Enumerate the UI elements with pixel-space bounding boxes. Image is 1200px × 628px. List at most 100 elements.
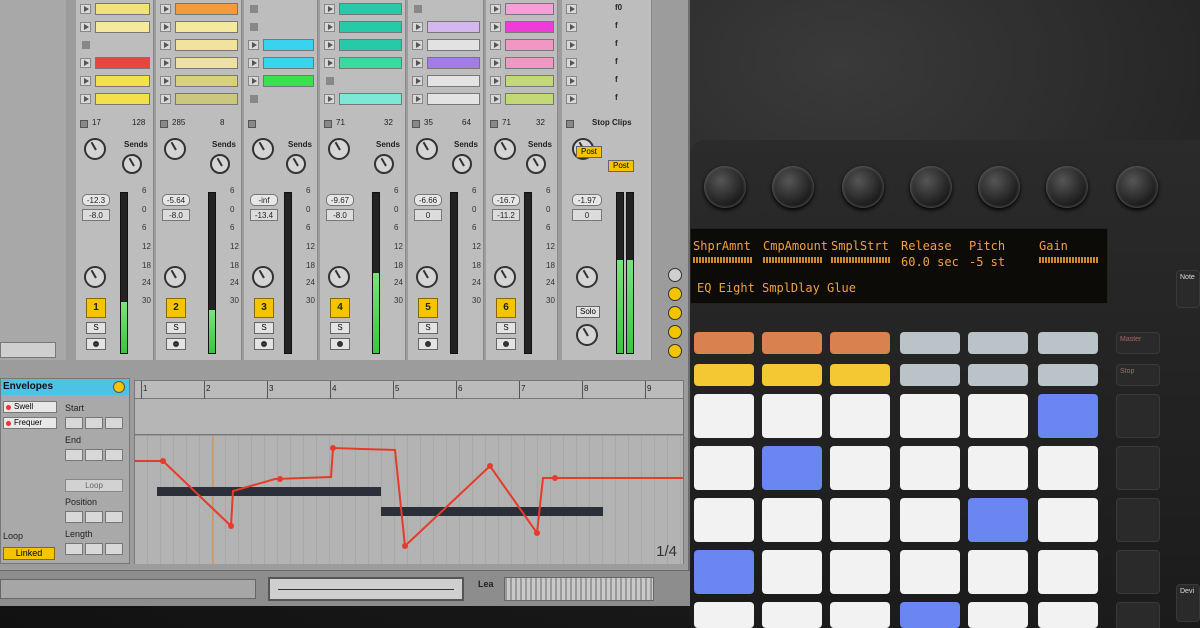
sends-circle-icon[interactable] (668, 325, 682, 339)
clip-slot[interactable] (411, 20, 480, 34)
clip[interactable] (505, 3, 554, 15)
track-activator-button[interactable]: 3 (254, 298, 274, 318)
pan-knob[interactable] (252, 266, 274, 288)
clip[interactable] (505, 21, 554, 33)
clip[interactable] (95, 93, 150, 105)
pad-button[interactable] (830, 498, 890, 542)
scene-slot[interactable]: f (565, 38, 648, 52)
pad-button[interactable] (830, 394, 890, 438)
clip[interactable] (95, 57, 150, 69)
clip[interactable] (263, 39, 314, 51)
clip[interactable] (339, 39, 402, 51)
arm-button[interactable] (86, 338, 106, 350)
track-header-square[interactable] (248, 120, 256, 128)
track-header-square[interactable] (80, 120, 88, 128)
scene-side-button[interactable] (1116, 602, 1160, 628)
pad-button[interactable] (830, 550, 890, 594)
clip-launch-icon[interactable] (160, 4, 171, 14)
envelope-dropdown-swell[interactable]: Swell (3, 401, 57, 413)
envelope-grid[interactable]: 1/4 (135, 436, 683, 564)
arm-button[interactable] (418, 338, 438, 350)
clip-slot[interactable] (489, 56, 554, 70)
track-button[interactable] (762, 364, 822, 386)
scene-launch-icon[interactable] (566, 22, 577, 32)
clip[interactable] (505, 75, 554, 87)
encoder-knob[interactable] (772, 166, 814, 208)
pad-button[interactable] (1038, 446, 1098, 490)
timeline-ruler[interactable]: 1 2 3 4 5 6 7 8 9 (135, 381, 683, 399)
pad-button[interactable] (900, 498, 960, 542)
scene-side-button[interactable]: Master (1116, 332, 1160, 354)
solo-button[interactable]: S (254, 322, 274, 334)
length-bar-field[interactable] (65, 543, 83, 555)
clip-launch-icon[interactable] (324, 40, 335, 50)
clip[interactable] (427, 75, 480, 87)
stop-all-square[interactable] (566, 120, 574, 128)
send-a-knob[interactable] (252, 138, 274, 160)
encoder-knob[interactable] (842, 166, 884, 208)
envelope-graph[interactable] (135, 436, 683, 564)
clip-launch-icon[interactable] (490, 76, 501, 86)
pad-button[interactable] (968, 498, 1028, 542)
clip-slot[interactable] (489, 2, 554, 16)
end-beat-field[interactable] (85, 449, 103, 461)
pad-button[interactable] (968, 446, 1028, 490)
track-button[interactable] (900, 364, 960, 386)
position-bar-field[interactable] (65, 511, 83, 523)
pan-knob[interactable] (84, 266, 106, 288)
encoder-knob[interactable] (910, 166, 952, 208)
encoder-knob[interactable] (978, 166, 1020, 208)
clip-slot[interactable] (159, 92, 238, 106)
send-b-knob[interactable] (210, 154, 230, 174)
clip[interactable] (175, 75, 238, 87)
track-pan-readout[interactable]: -11.2 (492, 209, 520, 221)
pan-knob[interactable] (164, 266, 186, 288)
pad-button[interactable] (762, 446, 822, 490)
clip-slot[interactable] (159, 2, 238, 16)
clip-slot[interactable] (323, 20, 402, 34)
solo-button[interactable]: S (496, 322, 516, 334)
clip[interactable] (427, 21, 480, 33)
start-sixteenth-field[interactable] (105, 417, 123, 429)
pad-button[interactable] (1038, 394, 1098, 438)
clip-launch-icon[interactable] (248, 40, 259, 50)
clip-slot[interactable] (411, 38, 480, 52)
pad-button[interactable] (694, 498, 754, 542)
end-bar-field[interactable] (65, 449, 83, 461)
position-sixteenth-field[interactable] (105, 511, 123, 523)
stop-button-icon[interactable] (250, 23, 258, 31)
pad-button[interactable] (900, 394, 960, 438)
mode-button[interactable]: Devi (1176, 584, 1200, 622)
track-pan-readout[interactable]: -8.0 (326, 209, 354, 221)
send-a-knob[interactable] (494, 138, 516, 160)
clip-launch-icon[interactable] (412, 58, 423, 68)
track-button[interactable] (762, 332, 822, 354)
clip-launch-icon[interactable] (248, 76, 259, 86)
clip-launch-icon[interactable] (248, 58, 259, 68)
clip-launch-icon[interactable] (412, 94, 423, 104)
clip[interactable] (175, 39, 238, 51)
clip-launch-icon[interactable] (412, 76, 423, 86)
pad-button[interactable] (900, 550, 960, 594)
track-activator-button[interactable]: 2 (166, 298, 186, 318)
stop-button-icon[interactable] (414, 5, 422, 13)
post-button[interactable]: Post (608, 160, 634, 172)
send-b-knob[interactable] (452, 154, 472, 174)
track-button[interactable] (968, 332, 1028, 354)
cue-volume-knob[interactable] (576, 324, 598, 346)
pad-button[interactable] (694, 550, 754, 594)
pad-button[interactable] (762, 498, 822, 542)
pad-button[interactable] (762, 550, 822, 594)
track-volume-readout[interactable]: -5.64 (162, 194, 190, 206)
solo-button[interactable]: S (166, 322, 186, 334)
clip-slot[interactable] (247, 2, 314, 16)
end-sixteenth-field[interactable] (105, 449, 123, 461)
pad-button[interactable] (830, 602, 890, 628)
clip[interactable] (427, 57, 480, 69)
master-volume-readout[interactable]: -1.97 (572, 194, 602, 206)
scene-side-button[interactable] (1116, 550, 1160, 594)
clip-launch-icon[interactable] (490, 94, 501, 104)
encoder-knob[interactable] (1116, 166, 1158, 208)
track-header-square[interactable] (324, 120, 332, 128)
clip[interactable] (339, 93, 402, 105)
